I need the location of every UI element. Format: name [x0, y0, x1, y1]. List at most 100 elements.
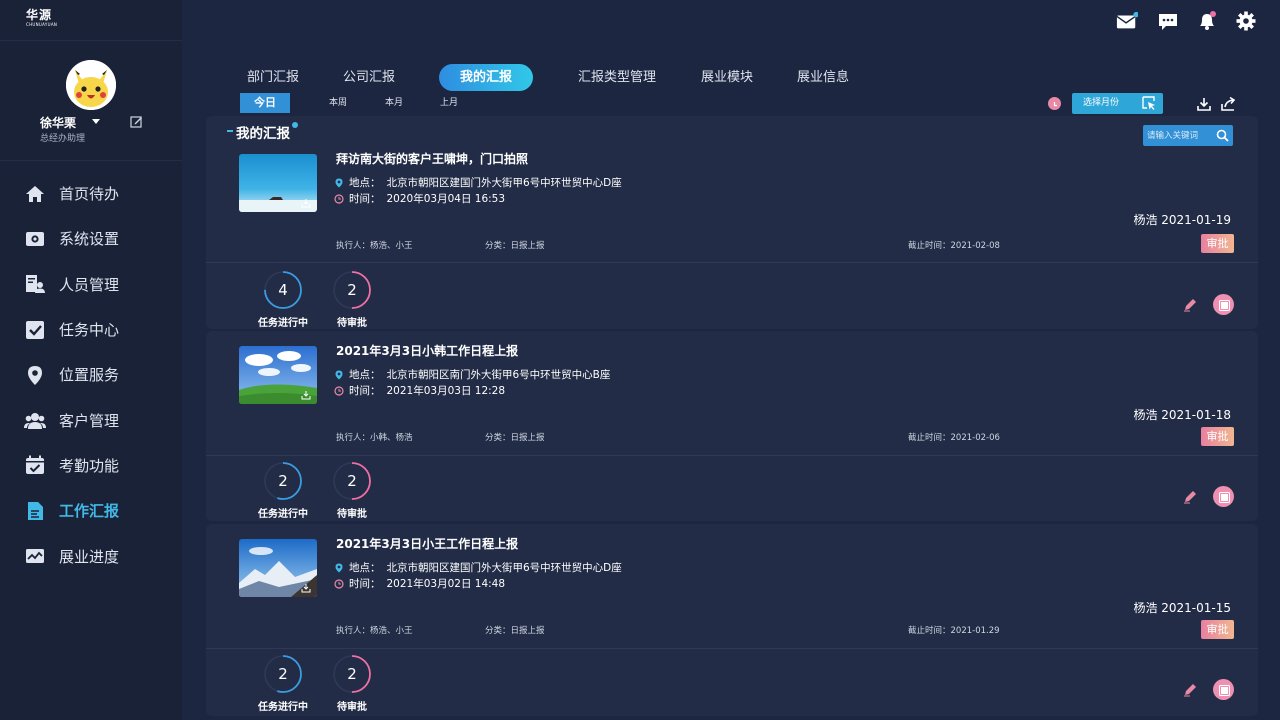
tab-business-module[interactable]: 展业模块	[692, 64, 762, 91]
edit-pen-icon[interactable]	[1182, 489, 1198, 505]
stop-button[interactable]	[1213, 294, 1234, 315]
report-thumbnail[interactable]	[239, 346, 317, 404]
sidebar-item-home[interactable]: 首页待办	[0, 171, 182, 216]
edit-profile-icon[interactable]	[130, 115, 143, 128]
sidebar-item-trend[interactable]: 展业进度	[0, 533, 182, 578]
message-icon[interactable]	[1157, 11, 1179, 31]
tab-my-reports[interactable]: 我的汇报	[439, 64, 533, 91]
download-icon[interactable]	[1196, 96, 1212, 112]
clock-icon	[1048, 97, 1061, 110]
stop-button[interactable]	[1213, 486, 1234, 507]
report-card: 拜访南大街的客户王啸坤，门口拍照地点： 北京市朝阳区建国门外大街甲6号中环世贸中心…	[206, 146, 1258, 329]
stat-in-progress[interactable]: 2 任务进行中	[258, 654, 308, 713]
approve-button[interactable]: 审批	[1201, 234, 1234, 253]
user-menu-caret-icon[interactable]	[92, 119, 100, 124]
location-icon	[24, 364, 46, 386]
edit-pen-icon[interactable]	[1182, 682, 1198, 698]
pending-count: 2	[347, 665, 357, 683]
image-download-icon[interactable]	[301, 583, 311, 593]
report-executors: 执行人：杨浩、小王	[336, 626, 413, 636]
search-input[interactable]	[1143, 125, 1213, 146]
cursor-select-icon	[1142, 96, 1155, 110]
sidebar: 华源 CHUNUAYUAN 徐华栗 总经办助理 首页待办 系统设置 人员管理 任…	[0, 0, 182, 720]
sidebar-item-settings[interactable]: 系统设置	[0, 216, 182, 261]
approve-button[interactable]: 审批	[1201, 620, 1234, 639]
user-role: 总经办助理	[40, 134, 86, 144]
location-value: 北京市朝阳区南门外大街甲6号中环世贸中心B座	[386, 369, 611, 381]
tab-report-types[interactable]: 汇报类型管理	[570, 64, 664, 91]
brand-logo: 华源 CHUNUAYUAN	[26, 8, 58, 27]
edit-pen-icon[interactable]	[1182, 297, 1198, 313]
divider	[0, 40, 182, 41]
pending-count: 2	[347, 472, 357, 490]
time-value: 2021年03月02日 14:48	[386, 578, 506, 590]
in-progress-count: 4	[278, 281, 288, 299]
stat-pending-approval[interactable]: 2 待审批	[332, 270, 372, 329]
report-time: 时间： 2021年03月03日 12:28	[334, 383, 505, 398]
section-marker	[227, 130, 233, 132]
report-title[interactable]: 2021年3月3日小韩工作日程上报	[336, 342, 518, 359]
search-box	[1143, 125, 1233, 146]
report-card: 2021年3月3日小王工作日程上报 地点： 北京市朝阳区建国门外大街甲6号中环世贸中…	[206, 524, 1258, 716]
section-dot	[292, 122, 298, 128]
card-divider	[206, 648, 1258, 649]
sidebar-item-calendar-check[interactable]: 考勤功能	[0, 443, 182, 488]
stat-in-progress[interactable]: 2 任务进行中	[258, 461, 308, 520]
report-title[interactable]: 2021年3月3日小王工作日程上报	[336, 535, 518, 552]
divider	[0, 160, 182, 161]
sidebar-item-task-check[interactable]: 任务中心	[0, 307, 182, 352]
time-key: 时间：	[349, 385, 381, 397]
range-last-month[interactable]: 上月	[429, 93, 469, 113]
export-icon[interactable]	[1220, 96, 1236, 112]
tab-department-reports[interactable]: 部门汇报	[238, 64, 308, 91]
location-pin-icon	[335, 178, 343, 187]
gear-icon[interactable]	[1235, 11, 1257, 31]
stat-pending-approval[interactable]: 2 待审批	[332, 461, 372, 520]
sidebar-item-label: 客户管理	[59, 411, 120, 430]
time-key: 时间：	[349, 578, 381, 590]
range-today[interactable]: 今日	[240, 93, 290, 113]
sidebar-item-label: 任务中心	[59, 321, 120, 340]
report-category: 分类：日报上报	[485, 433, 545, 443]
avatar[interactable]	[66, 60, 116, 110]
location-key: 地点：	[349, 177, 381, 189]
sidebar-item-customers[interactable]: 客户管理	[0, 397, 182, 442]
search-icon[interactable]	[1216, 129, 1229, 142]
location-value: 北京市朝阳区建国门外大街甲6号中环世贸中心D座	[386, 562, 622, 574]
range-this-month[interactable]: 本月	[374, 93, 414, 113]
tab-business-info[interactable]: 展业信息	[788, 64, 858, 91]
stop-button[interactable]	[1213, 679, 1234, 700]
sidebar-item-label: 展业进度	[59, 547, 120, 566]
sidebar-item-label: 考勤功能	[59, 456, 120, 475]
report-title[interactable]: 拜访南大街的客户王啸坤，门口拍照	[336, 150, 528, 167]
pending-count: 2	[347, 281, 357, 299]
bell-icon[interactable]	[1196, 11, 1218, 31]
pending-label: 待审批	[337, 509, 367, 520]
calendar-check-icon	[24, 454, 46, 476]
approve-button[interactable]: 审批	[1201, 427, 1234, 446]
location-key: 地点：	[349, 369, 381, 381]
mail-icon[interactable]	[1116, 11, 1138, 31]
stat-in-progress[interactable]: 4 任务进行中	[258, 270, 308, 329]
report-location: 地点： 北京市朝阳区南门外大街甲6号中环世贸中心B座	[334, 367, 610, 382]
time-key: 时间：	[349, 193, 381, 205]
report-thumbnail[interactable]	[239, 154, 317, 212]
sidebar-item-report[interactable]: 工作汇报	[0, 488, 182, 533]
range-this-week[interactable]: 本周	[318, 93, 358, 113]
location-pin-icon	[335, 370, 343, 379]
sidebar-item-location[interactable]: 位置服务	[0, 352, 182, 397]
image-download-icon[interactable]	[301, 198, 311, 208]
report-thumbnail[interactable]	[239, 539, 317, 597]
in-progress-label: 任务进行中	[258, 509, 308, 520]
stat-pending-approval[interactable]: 2 待审批	[332, 654, 372, 713]
sidebar-item-people-manage[interactable]: 人员管理	[0, 262, 182, 307]
report-executors: 执行人：杨浩、小王	[336, 241, 413, 251]
tab-company-reports[interactable]: 公司汇报	[334, 64, 404, 91]
time-icon	[334, 578, 344, 589]
section-title: 我的汇报	[236, 126, 290, 142]
task-check-icon	[24, 319, 46, 341]
report-location: 地点： 北京市朝阳区建国门外大街甲6号中环世贸中心D座	[334, 175, 622, 190]
report-executors: 执行人：小韩、杨浩	[336, 433, 413, 443]
image-download-icon[interactable]	[301, 390, 311, 400]
select-month-button[interactable]: 选择月份	[1072, 93, 1163, 114]
